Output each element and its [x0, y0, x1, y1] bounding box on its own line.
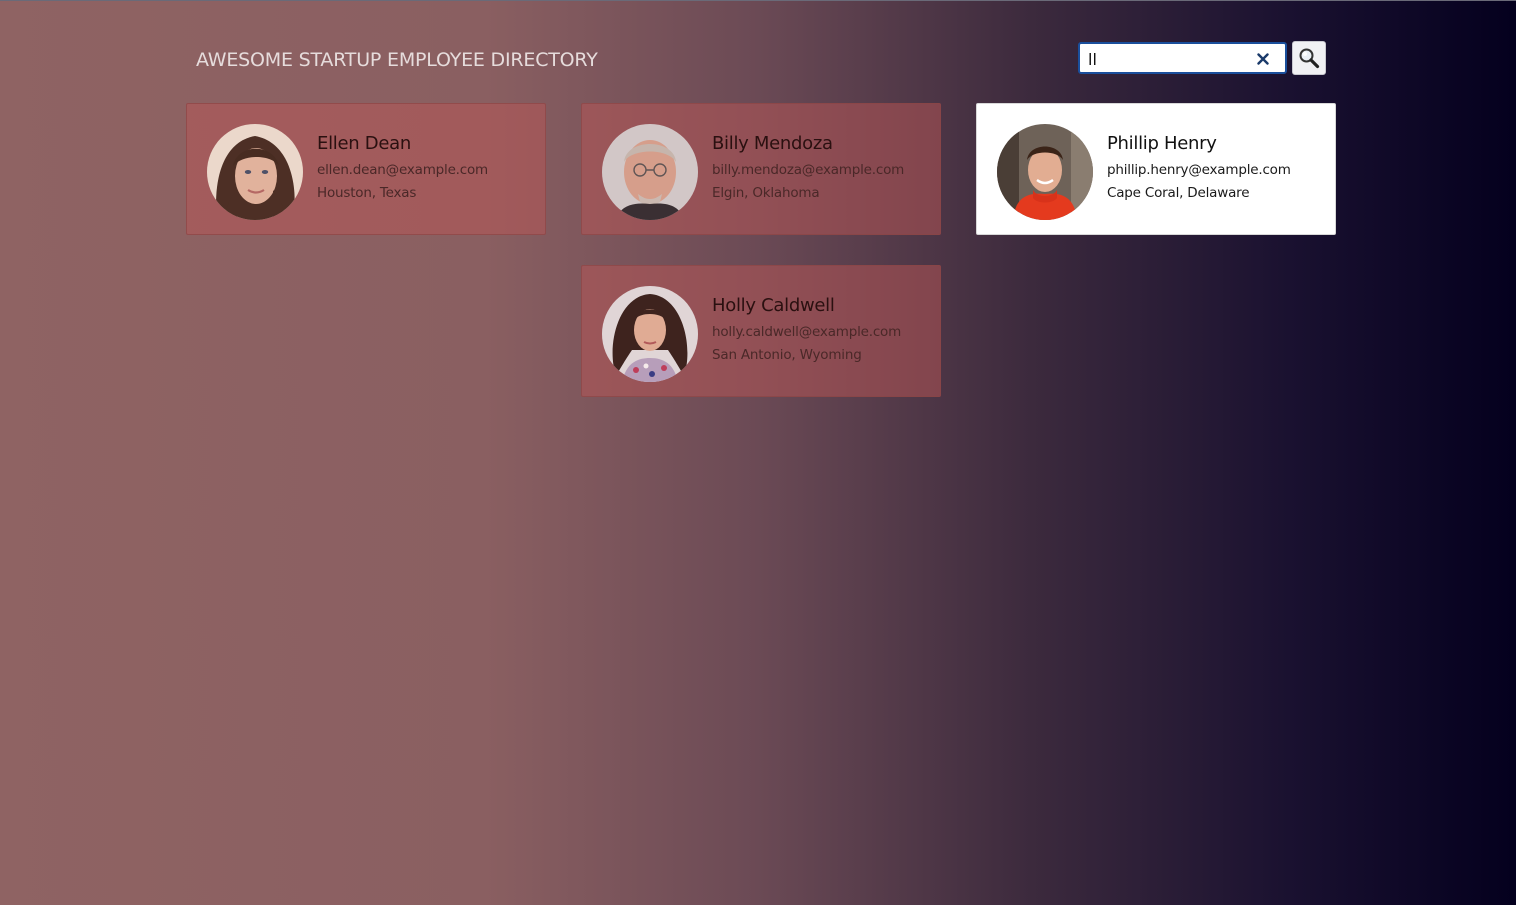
avatar: [997, 124, 1093, 220]
employee-location: San Antonio, Wyoming: [712, 347, 862, 363]
employee-card[interactable]: Ellen Dean ellen.dean@example.com Housto…: [186, 103, 546, 235]
employee-location: Elgin, Oklahoma: [712, 185, 820, 201]
employee-name: Phillip Henry: [1107, 133, 1217, 154]
avatar: [207, 124, 303, 220]
employee-email: holly.caldwell@example.com: [712, 324, 902, 340]
avatar: [602, 124, 698, 220]
search-button[interactable]: [1292, 41, 1326, 75]
employee-email: ellen.dean@example.com: [317, 162, 488, 178]
employee-name: Billy Mendoza: [712, 133, 833, 154]
search-box: [1078, 42, 1287, 74]
employee-info: Billy Mendoza billy.mendoza@example.com …: [712, 132, 937, 202]
employee-card[interactable]: Billy Mendoza billy.mendoza@example.com …: [581, 103, 941, 235]
employee-info: Ellen Dean ellen.dean@example.com Housto…: [317, 132, 542, 202]
employee-email: billy.mendoza@example.com: [712, 162, 905, 178]
employee-name: Ellen Dean: [317, 133, 411, 154]
clear-search-button[interactable]: [1253, 49, 1273, 69]
employee-location: Houston, Texas: [317, 185, 417, 201]
employee-info: Holly Caldwell holly.caldwell@example.co…: [712, 294, 937, 364]
employee-card-highlighted[interactable]: Phillip Henry phillip.henry@example.com …: [976, 103, 1336, 235]
employee-name: Holly Caldwell: [712, 295, 835, 316]
employee-location: Cape Coral, Delaware: [1107, 185, 1250, 201]
search-icon: [1299, 48, 1320, 69]
avatar: [602, 286, 698, 382]
close-icon: [1257, 53, 1269, 65]
search-input[interactable]: [1088, 48, 1248, 70]
employee-info: Phillip Henry phillip.henry@example.com …: [1107, 132, 1332, 202]
search-form: [1078, 41, 1326, 75]
employee-email: phillip.henry@example.com: [1107, 162, 1291, 178]
page-title: AWESOME STARTUP EMPLOYEE DIRECTORY: [196, 49, 598, 71]
employee-card[interactable]: Holly Caldwell holly.caldwell@example.co…: [581, 265, 941, 397]
